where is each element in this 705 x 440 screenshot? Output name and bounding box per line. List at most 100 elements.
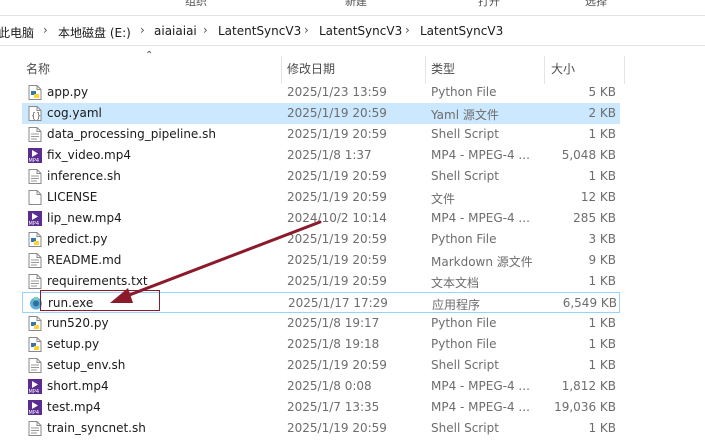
breadcrumb-local-disk[interactable]: 本地磁盘 (E:) [58, 24, 131, 41]
file-name: predict.py [47, 232, 108, 246]
svg-text:MP4: MP4 [29, 158, 40, 163]
svg-text:MP4: MP4 [29, 410, 40, 415]
breadcrumb-aiaiaiai[interactable]: aiaiaiai [154, 24, 197, 38]
file-type: Shell Script [431, 358, 499, 372]
address-bar[interactable]: 此电脑 › 本地磁盘 (E:) › aiaiaiai › LatentSyncV… [0, 15, 705, 46]
file-type: MP4 - MPEG-4 ... [431, 148, 530, 162]
file-size: 12 KB [580, 190, 616, 204]
breadcrumb-separator[interactable]: › [304, 23, 309, 37]
file-date: 2025/1/19 20:59 [287, 232, 387, 246]
column-header-type[interactable]: 类型 [431, 60, 455, 80]
column-header-name[interactable]: 名称 [26, 60, 50, 80]
file-type: 应用程序 [432, 298, 481, 312]
file-size: 1 KB [588, 421, 616, 435]
column-header-size[interactable]: 大小 [551, 60, 575, 80]
file-size: 5 KB [588, 85, 616, 99]
svg-text:{}: {} [31, 111, 41, 120]
mp4-file-icon: MP4 [28, 211, 42, 227]
file-row[interactable]: inference.sh 2025/1/19 20:59 Shell Script 1… [22, 166, 620, 187]
mp4-file-icon: MP4 [28, 400, 42, 416]
file-row[interactable]: requirements.txt 2025/1/19 20:59 文本文档 1 KB [22, 271, 620, 292]
file-row[interactable]: MP4 lip_new.mp4 2024/10/2 10:14 MP4 - MPEG-… [22, 208, 620, 229]
file-date: 2025/1/19 20:59 [287, 253, 387, 267]
annotation-highlight-box [40, 290, 160, 311]
ribbon-organize-label[interactable]: 组织 [185, 0, 207, 8]
shell-file-icon [28, 358, 42, 373]
svg-text:MP4: MP4 [29, 221, 40, 226]
file-row[interactable]: run520.py 2025/1/8 19:17 Python File 1 KB [22, 313, 620, 334]
mp4-file-icon: MP4 [28, 148, 42, 164]
file-size: 19,036 KB [554, 400, 616, 414]
file-date: 2025/1/8 19:17 [287, 316, 380, 330]
file-row[interactable]: MP4 short.mp4 2025/1/8 0:08 MP4 - MPEG-4 ..… [22, 376, 620, 397]
file-type: Yaml 源文件 [431, 108, 499, 122]
file-type: Python File [431, 316, 497, 330]
file-size: 5,048 KB [561, 148, 616, 162]
shell-file-icon [28, 127, 42, 142]
column-header-date[interactable]: 修改日期 [287, 60, 335, 80]
column-divider[interactable] [624, 56, 625, 84]
python-file-icon [28, 232, 42, 247]
text-file-icon [28, 274, 42, 289]
breadcrumb-separator[interactable]: › [43, 23, 48, 37]
file-date: 2024/10/2 10:14 [287, 211, 387, 225]
file-type: MP4 - MPEG-4 ... [431, 379, 530, 393]
file-row[interactable]: MP4 fix_video.mp4 2025/1/8 1:37 MP4 - MPEG-… [22, 145, 620, 166]
file-type: Python File [431, 337, 497, 351]
file-name: test.mp4 [47, 400, 101, 414]
column-divider[interactable] [544, 56, 545, 84]
file-name: fix_video.mp4 [47, 148, 131, 162]
file-row[interactable]: {} cog.yaml 2025/1/19 20:59 Yaml 源文件 2 KB [22, 103, 620, 124]
file-name: app.py [47, 85, 89, 99]
ribbon-open-label[interactable]: 打开 [478, 0, 500, 8]
file-date: 2025/1/19 20:59 [287, 358, 387, 372]
breadcrumb-this-pc[interactable]: 此电脑 [0, 24, 34, 41]
column-divider[interactable] [425, 56, 426, 84]
file-date: 2025/1/23 13:59 [287, 85, 387, 99]
file-name: train_syncnet.sh [47, 421, 146, 435]
file-type: MP4 - MPEG-4 ... [431, 211, 530, 225]
file-size: 1 KB [588, 127, 616, 141]
file-type: Markdown 源文件 [431, 255, 533, 269]
file-date: 2025/1/17 17:29 [288, 296, 388, 310]
file-size: 1 KB [588, 358, 616, 372]
file-type: Shell Script [431, 169, 499, 183]
file-name: setup_env.sh [47, 358, 126, 372]
markdown-file-icon [28, 253, 42, 268]
column-divider[interactable] [281, 56, 282, 84]
file-row[interactable]: MP4 test.mp4 2025/1/7 13:35 MP4 - MPEG-4 ..… [22, 397, 620, 418]
file-row[interactable]: data_processing_pipeline.sh 2025/1/19 20:… [22, 124, 620, 145]
breadcrumb-separator[interactable]: › [140, 23, 145, 37]
breadcrumb-latentsync-1[interactable]: LatentSyncV3 [218, 24, 301, 38]
file-name: data_processing_pipeline.sh [47, 127, 216, 141]
file-row[interactable]: app.py 2025/1/23 13:59 Python File 5 KB [22, 82, 620, 103]
breadcrumb-separator[interactable]: › [405, 23, 410, 37]
file-type: 文本文档 [431, 276, 480, 290]
file-size: 6,549 KB [562, 296, 617, 310]
file-date: 2025/1/8 19:18 [287, 337, 380, 351]
ribbon-new-label[interactable]: 新建 [345, 0, 367, 8]
file-row[interactable]: setup_env.sh 2025/1/19 20:59 Shell Script 1… [22, 355, 620, 376]
ribbon-toolbar: 组织 新建 打开 选择 [0, 0, 705, 8]
file-date: 2025/1/19 20:59 [287, 127, 387, 141]
file-date: 2025/1/19 20:59 [287, 274, 387, 288]
yaml-file-icon: {} [28, 106, 42, 121]
file-row[interactable]: LICENSE 2025/1/19 20:59 文件 12 KB [22, 187, 620, 208]
file-type: 文件 [431, 192, 456, 206]
file-date: 2025/1/8 1:37 [287, 148, 372, 162]
ribbon-select-label[interactable]: 选择 [585, 0, 607, 8]
file-type: Python File [431, 85, 497, 99]
file-name: inference.sh [47, 169, 121, 183]
breadcrumb-separator[interactable]: › [203, 23, 208, 37]
file-size: 1,812 KB [561, 379, 616, 393]
file-size: 1 KB [588, 169, 616, 183]
file-row[interactable]: setup.py 2025/1/8 19:18 Python File 1 KB [22, 334, 620, 355]
file-name: LICENSE [47, 190, 98, 204]
file-date: 2025/1/7 13:35 [287, 400, 380, 414]
breadcrumb-latentsync-2[interactable]: LatentSyncV3 [319, 24, 402, 38]
file-name: lip_new.mp4 [47, 211, 122, 225]
file-row[interactable]: predict.py 2025/1/19 20:59 Python File 3 KB [22, 229, 620, 250]
file-row[interactable]: README.md 2025/1/19 20:59 Markdown 源文件 9 KB [22, 250, 620, 271]
file-date: 2025/1/8 0:08 [287, 379, 372, 393]
breadcrumb-latentsync-3[interactable]: LatentSyncV3 [420, 24, 503, 38]
